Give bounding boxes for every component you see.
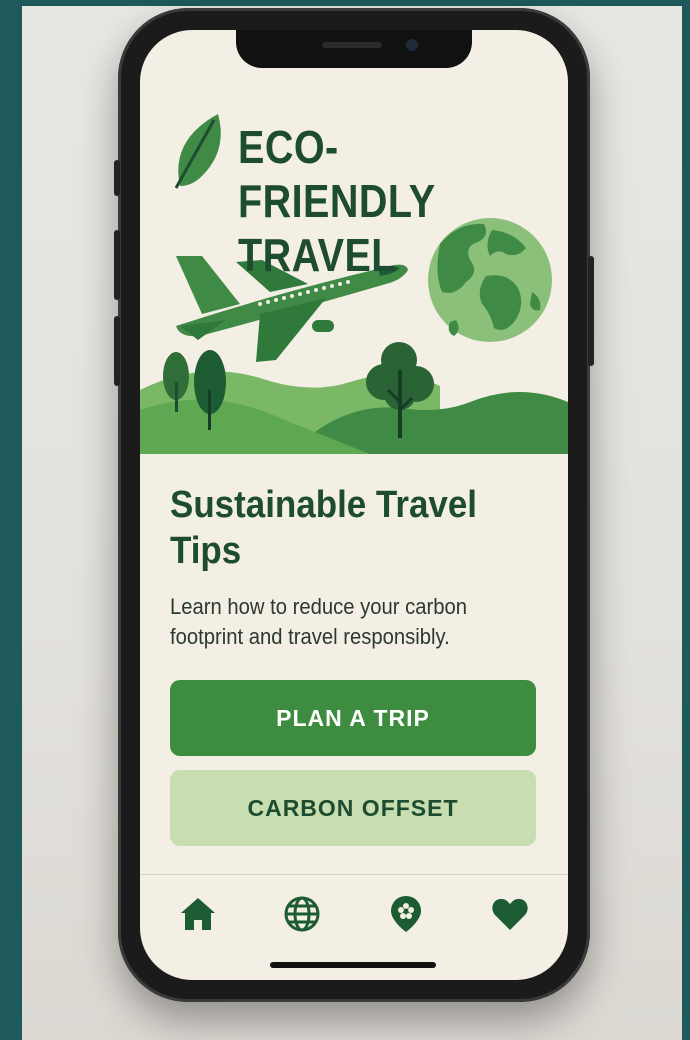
section-heading: Sustainable Travel Tips [170,484,478,572]
section-description: Learn how to reduce your carbon footprin… [170,594,468,649]
volume-up-button [114,230,120,300]
title-line-2: TRAVEL [238,229,396,281]
location-pin-icon [391,896,421,932]
home-icon [181,898,215,930]
home-indicator[interactable] [270,962,436,968]
nav-favorites[interactable] [488,892,532,936]
front-camera [406,39,418,51]
nav-explore[interactable] [280,892,324,936]
globe-icon [284,896,320,932]
power-button [588,256,594,366]
mute-switch [114,160,120,196]
carbon-offset-button[interactable]: CARBON OFFSET [170,770,536,846]
speaker [322,42,382,48]
notch [236,30,472,68]
leaf-logo-icon [174,114,221,189]
heart-icon [492,898,528,930]
nav-divider [140,874,568,875]
title-line-1: ECO-FRIENDLY [238,121,436,227]
plan-trip-button[interactable]: PLAN A TRIP [170,680,536,756]
volume-down-button [114,316,120,386]
app-title: ECO-FRIENDLY TRAVEL [238,120,522,282]
nav-home[interactable] [176,892,220,936]
phone-screen: ECO-FRIENDLY TRAVEL Sustainable Travel T… [140,30,568,980]
hero-illustration: ECO-FRIENDLY TRAVEL [140,30,568,454]
nav-places[interactable] [384,892,428,936]
